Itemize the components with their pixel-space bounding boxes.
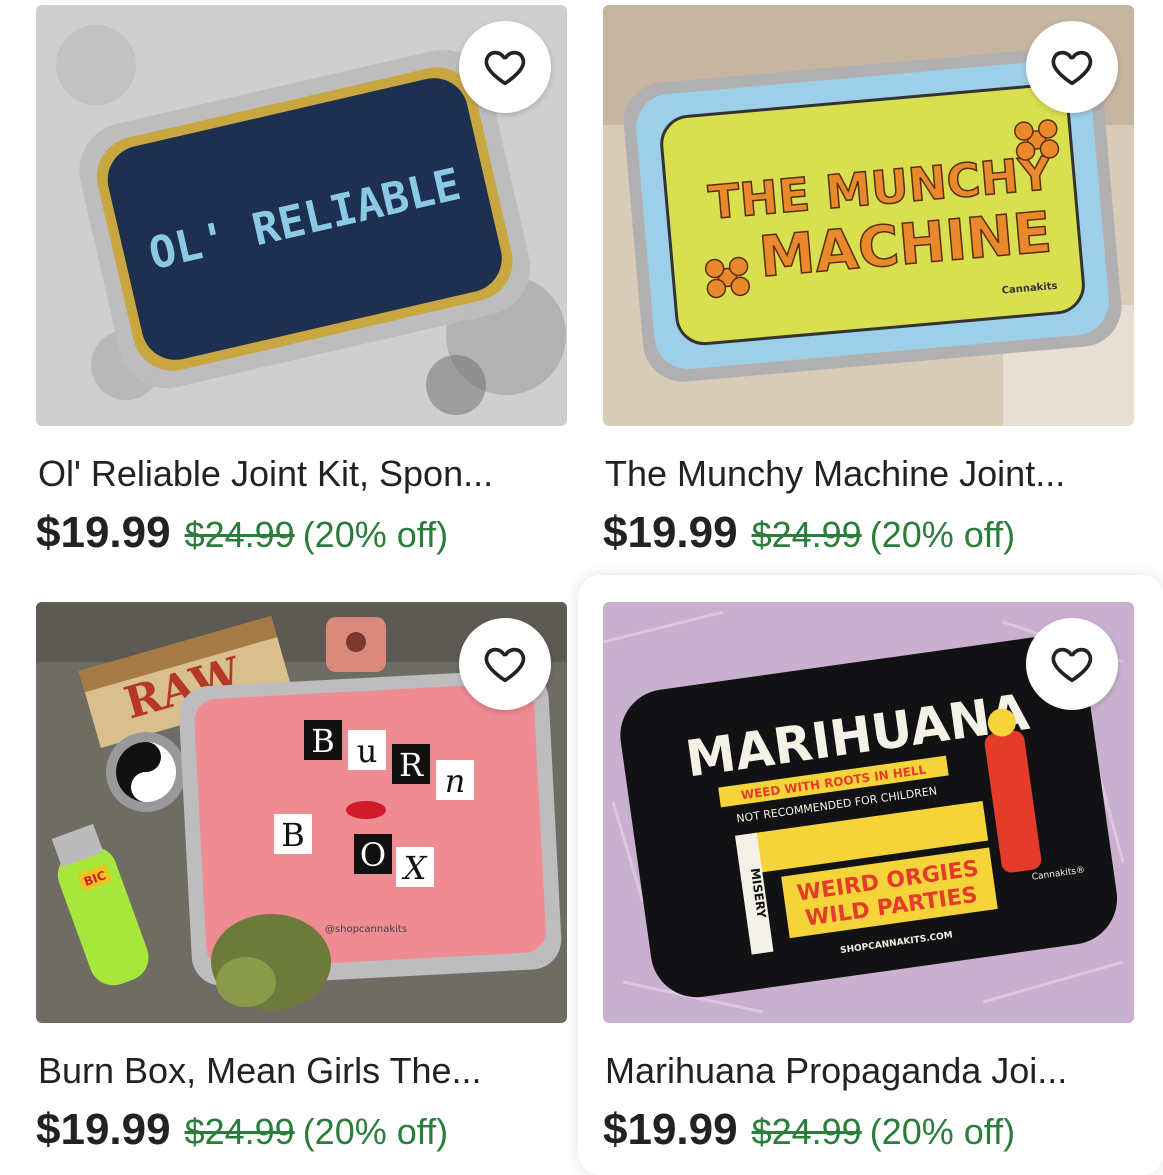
listing-title[interactable]: Marihuana Propaganda Joi... <box>605 1050 1133 1092</box>
heart-outline-icon <box>1051 50 1093 86</box>
price: $19.99 <box>603 508 738 557</box>
price-row: $19.99 $24.99 (20% off) <box>36 1105 448 1155</box>
heart-outline-icon <box>1051 647 1093 683</box>
price-row: $19.99 $24.99 (20% off) <box>603 508 1015 558</box>
product-image[interactable]: THE MUNCHY MACHINE Cannakits <box>603 5 1134 426</box>
product-image[interactable]: OL' RELIABLE <box>36 5 567 426</box>
favorite-button[interactable] <box>459 21 551 113</box>
original-price: $24.99 <box>751 514 862 555</box>
svg-text:X: X <box>401 849 428 887</box>
svg-text:B: B <box>281 816 305 854</box>
favorite-button[interactable] <box>1026 21 1118 113</box>
price: $19.99 <box>36 1105 171 1154</box>
svg-text:R: R <box>399 746 424 784</box>
listing-title[interactable]: Ol' Reliable Joint Kit, Spon... <box>38 453 566 495</box>
favorite-button[interactable] <box>459 618 551 710</box>
svg-text:u: u <box>357 732 378 770</box>
listing-card[interactable]: MARIHUANA WEED WITH ROOTS IN HELL NOT RE… <box>603 602 1134 1162</box>
heart-outline-icon <box>484 50 526 86</box>
listing-card[interactable]: THE MUNCHY MACHINE Cannakits The Munchy … <box>603 5 1134 565</box>
discount-label: (20% off) <box>869 514 1016 555</box>
listing-title[interactable]: The Munchy Machine Joint... <box>605 453 1133 495</box>
svg-text:B: B <box>311 722 335 760</box>
listing-card[interactable]: RAW B u R n B O X @shopcannakits BIC Bur… <box>36 602 567 1162</box>
svg-text:n: n <box>445 762 466 800</box>
discount-label: (20% off) <box>302 1111 449 1152</box>
svg-text:O: O <box>360 836 386 874</box>
heart-outline-icon <box>484 647 526 683</box>
favorite-button[interactable] <box>1026 618 1118 710</box>
price-row: $19.99 $24.99 (20% off) <box>603 1105 1015 1155</box>
price: $19.99 <box>36 508 171 557</box>
product-image[interactable]: MARIHUANA WEED WITH ROOTS IN HELL NOT RE… <box>603 602 1134 1023</box>
listing-card[interactable]: OL' RELIABLE Ol' Reliable Joint Kit, Spo… <box>36 5 567 565</box>
discount-label: (20% off) <box>302 514 449 555</box>
original-price: $24.99 <box>184 514 295 555</box>
svg-text:@shopcannakits: @shopcannakits <box>325 924 407 935</box>
product-image[interactable]: RAW B u R n B O X @shopcannakits BIC <box>36 602 567 1023</box>
price: $19.99 <box>603 1105 738 1154</box>
original-price: $24.99 <box>184 1111 295 1152</box>
discount-label: (20% off) <box>869 1111 1016 1152</box>
listing-title[interactable]: Burn Box, Mean Girls The... <box>38 1050 566 1092</box>
original-price: $24.99 <box>751 1111 862 1152</box>
price-row: $19.99 $24.99 (20% off) <box>36 508 448 558</box>
